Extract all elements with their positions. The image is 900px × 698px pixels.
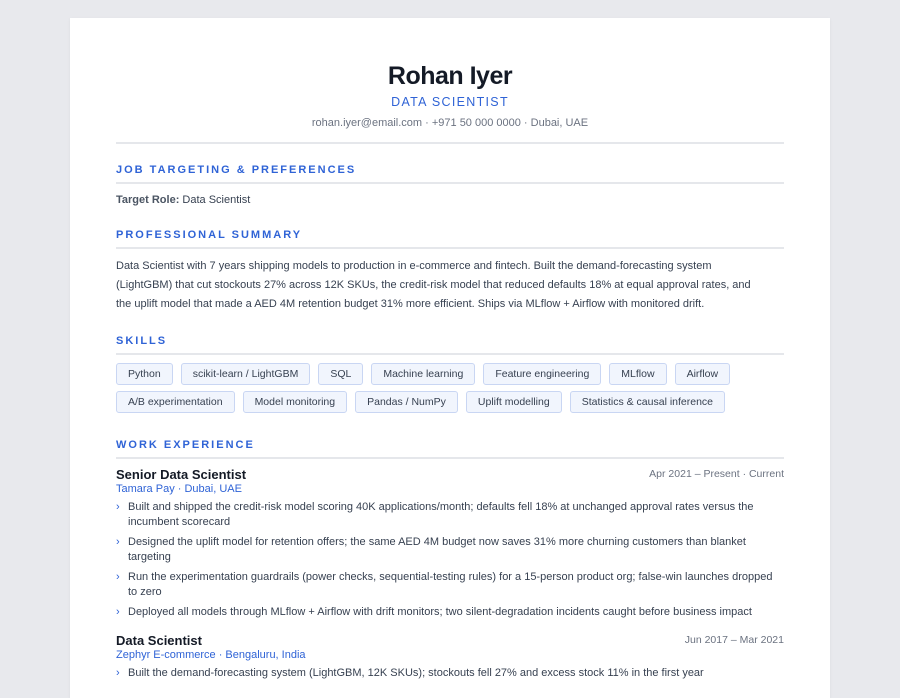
job-company: Tamara Pay · Dubai, UAE [116, 483, 242, 495]
job-bullets: › Built and shipped the credit-risk model… [116, 500, 784, 620]
job-bullet-text: Deployed all models through MLflow + Air… [128, 606, 752, 618]
section-heading-targeting: JOB TARGETING & PREFERENCES [116, 163, 784, 184]
resume-page: Rohan Iyer DATA SCIENTIST rohan.iyer@ema… [70, 18, 830, 698]
skill-chip: Airflow [674, 363, 731, 385]
target-role-line: Target Role: Data Scientist [116, 191, 784, 210]
job-dates: Apr 2021 – Present · Current [649, 468, 784, 480]
job-company: Zephyr E-commerce · Bengaluru, India [116, 649, 306, 661]
skills-row-1: Python scikit-learn / LightGBM SQL Machi… [116, 363, 784, 385]
skill-chip: A/B experimentation [116, 391, 235, 413]
job-header: Data Scientist Jun 2017 – Mar 2021 [116, 633, 784, 649]
job-bullet: › Built the demand-forecasting system (Li… [116, 666, 784, 681]
skill-chip: MLflow [609, 363, 667, 385]
job-bullet: › Designed the uplift model for retention… [116, 535, 784, 565]
skill-chip: Feature engineering [483, 363, 602, 385]
summary-line: (LightGBM) that cut stockouts 27% across… [116, 279, 751, 291]
job-bullets: › Built the demand-forecasting system (Li… [116, 666, 784, 681]
job-dates: Jun 2017 – Mar 2021 [684, 634, 784, 646]
chevron-right-icon: › [116, 667, 120, 679]
skill-chip: Python [116, 363, 173, 385]
job-bullet: › Run the experimentation guardrails (pow… [116, 570, 784, 600]
skill-chip: Pandas / NumPy [355, 391, 458, 413]
job-bullet-text: Built the demand-forecasting system (Lig… [128, 667, 704, 679]
section-heading-summary: PROFESSIONAL SUMMARY [116, 228, 784, 249]
contact-line: rohan.iyer@email.com · +971 50 000 0000 … [311, 117, 589, 129]
summary-line: the uplift model that made a AED 4M rete… [116, 298, 705, 310]
job-bullet-text: Built and shipped the credit-risk model … [128, 501, 754, 528]
skill-chip: scikit-learn / LightGBM [180, 363, 311, 385]
skill-chip: Statistics & causal inference [569, 391, 726, 413]
job-entry: Data Scientist Jun 2017 – Mar 2021 Zephy… [116, 633, 784, 686]
job-bullet: › Deployed all models through MLflow + Ai… [116, 605, 784, 620]
skill-chip: Uplift modelling [465, 391, 562, 413]
header-divider [116, 142, 784, 144]
job-bullet-text: Designed the uplift model for retention … [128, 536, 746, 563]
summary-line: Data Scientist with 7 years shipping mod… [116, 260, 712, 272]
target-role-label: Target Role: [116, 194, 180, 206]
skill-chip: Machine learning [371, 363, 476, 385]
section-heading-skills: SKILLS [116, 334, 784, 355]
skills-row-2: A/B experimentation Model monitoring Pan… [116, 391, 784, 413]
skill-chip: Model monitoring [242, 391, 348, 413]
job-bullet-text: Run the experimentation guardrails (powe… [128, 571, 773, 598]
job-bullet: › Built and shipped the credit-risk model… [116, 500, 784, 530]
chevron-right-icon: › [116, 501, 120, 513]
target-role-value: Data Scientist [182, 194, 251, 206]
chevron-right-icon: › [116, 571, 120, 583]
skill-chip: SQL [318, 363, 364, 385]
candidate-name: Rohan Iyer [387, 62, 513, 90]
job-header: Senior Data Scientist Apr 2021 – Present… [116, 467, 784, 483]
candidate-title: DATA SCIENTIST [391, 95, 509, 109]
job-entry: Senior Data Scientist Apr 2021 – Present… [116, 467, 784, 625]
chevron-right-icon: › [116, 606, 120, 618]
chevron-right-icon: › [116, 536, 120, 548]
section-heading-experience: WORK EXPERIENCE [116, 438, 784, 459]
